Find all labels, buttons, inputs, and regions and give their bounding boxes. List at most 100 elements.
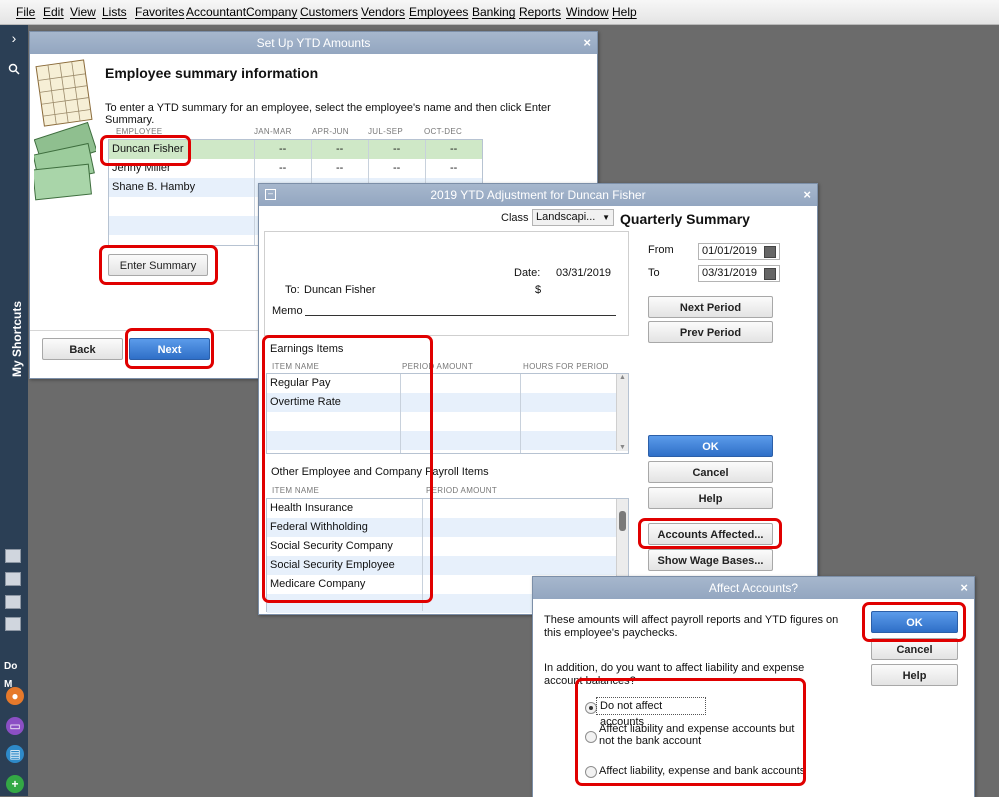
help-button[interactable]: Help xyxy=(648,487,773,509)
show-wage-bases-button[interactable]: Show Wage Bases... xyxy=(648,549,773,571)
date-label: Date: xyxy=(514,267,541,279)
col-apr-jun: APR-JUN xyxy=(312,127,349,136)
cancel-button[interactable]: Cancel xyxy=(648,461,773,483)
highlight-accounts-affected xyxy=(638,518,782,549)
quarter-value: -- xyxy=(279,162,287,174)
menu-company[interactable]: Company xyxy=(246,5,297,19)
close-icon[interactable]: × xyxy=(583,32,591,54)
menu-edit[interactable]: Edit xyxy=(43,5,64,19)
quarter-value: -- xyxy=(336,162,344,174)
employee-name: Shane B. Hamby xyxy=(112,181,196,193)
adjustment-title: 2019 YTD Adjustment for Duncan Fisher xyxy=(430,188,646,202)
affect-info-text: These amounts will affect payroll report… xyxy=(544,614,839,639)
left-icon-bar: › My Shortcuts Do M ● ▭ ▤ + xyxy=(0,25,28,796)
class-select[interactable]: Landscapi... ▼ xyxy=(532,209,614,226)
calendar-money-illustration xyxy=(32,57,98,203)
from-date-value: 01/01/2019 xyxy=(702,245,758,257)
memo-line[interactable] xyxy=(305,315,616,316)
menu-bar: File Edit View Lists Favorites Accountan… xyxy=(0,0,999,25)
page-title: Employee summary information xyxy=(105,65,319,81)
setup-ytd-title: Set Up YTD Amounts xyxy=(256,36,371,50)
next-period-button[interactable]: Next Period xyxy=(648,296,773,318)
highlight-affect-ok xyxy=(862,602,966,642)
quarterly-summary-heading: Quarterly Summary xyxy=(620,211,750,227)
expand-chevron-icon[interactable]: › xyxy=(2,27,26,49)
print-icon[interactable]: ▤ xyxy=(6,745,24,763)
do-more-label: Do M xyxy=(0,658,28,690)
affect-title: Affect Accounts? xyxy=(708,581,799,595)
highlight-employee xyxy=(100,135,191,166)
ok-label: OK xyxy=(702,441,719,453)
show-wage-bases-label: Show Wage Bases... xyxy=(657,555,764,567)
menu-employees[interactable]: Employees xyxy=(409,5,468,19)
calendar-icon[interactable] xyxy=(764,246,776,258)
instruction-text: To enter a YTD summary for an employee, … xyxy=(105,102,551,126)
menu-view[interactable]: View xyxy=(70,5,96,19)
menu-accountant[interactable]: Accountant xyxy=(186,5,246,19)
shortcut-doc-icon[interactable] xyxy=(5,572,21,586)
from-date-field[interactable]: 01/01/2019 xyxy=(698,243,780,260)
quarter-value: -- xyxy=(336,143,344,155)
class-value: Landscapi... xyxy=(536,211,596,223)
chevron-down-icon: ▼ xyxy=(602,213,610,222)
card-icon[interactable]: ▭ xyxy=(6,717,24,735)
shortcut-list-icon[interactable] xyxy=(5,617,21,631)
quarter-value: -- xyxy=(279,143,287,155)
affect-help-button[interactable]: Help xyxy=(871,664,958,686)
back-button[interactable]: Back xyxy=(42,338,123,360)
quarter-value: -- xyxy=(393,162,401,174)
menu-help[interactable]: Help xyxy=(612,5,637,19)
menu-banking[interactable]: Banking xyxy=(472,5,515,19)
scroll-up-icon[interactable]: ▲ xyxy=(617,374,628,381)
date-value: 03/31/2019 xyxy=(556,267,612,279)
shortcut-report-icon[interactable] xyxy=(5,595,21,609)
menu-favorites[interactable]: Favorites xyxy=(135,5,184,19)
quarter-value: -- xyxy=(393,143,401,155)
close-icon[interactable]: × xyxy=(803,184,811,206)
ok-button[interactable]: OK xyxy=(648,435,773,457)
back-label: Back xyxy=(69,344,96,356)
shortcut-chart-icon[interactable] xyxy=(5,549,21,563)
add-icon[interactable]: + xyxy=(6,775,24,793)
menu-window[interactable]: Window xyxy=(566,5,609,19)
setup-ytd-titlebar[interactable]: Set Up YTD Amounts × xyxy=(30,32,597,54)
highlight-affect-options xyxy=(575,678,806,786)
scroll-down-icon[interactable]: ▼ xyxy=(617,444,628,451)
to-label: To: xyxy=(285,284,300,296)
menu-customers[interactable]: Customers xyxy=(300,5,358,19)
prev-period-label: Prev Period xyxy=(679,327,742,339)
menu-reports[interactable]: Reports xyxy=(519,5,561,19)
highlight-items xyxy=(262,335,433,603)
next-period-label: Next Period xyxy=(679,302,742,314)
to-date-label: To xyxy=(648,267,660,279)
earnings-scrollbar[interactable]: ▲ ▼ xyxy=(616,374,628,451)
to-date-value: 03/31/2019 xyxy=(702,267,758,279)
close-icon[interactable]: × xyxy=(960,577,968,599)
affect-titlebar[interactable]: Affect Accounts? × xyxy=(533,577,974,599)
menu-vendors[interactable]: Vendors xyxy=(361,5,405,19)
col-jul-sep: JUL-SEP xyxy=(368,127,403,136)
search-icon[interactable] xyxy=(2,59,26,81)
to-date-field[interactable]: 03/31/2019 xyxy=(698,265,780,282)
highlight-enter-summary xyxy=(99,245,218,285)
my-shortcuts-label[interactable]: My Shortcuts xyxy=(10,287,24,377)
col-oct-dec: OCT-DEC xyxy=(424,127,463,136)
people-icon[interactable]: ● xyxy=(6,687,24,705)
class-label: Class xyxy=(501,212,529,224)
window-menu-icon[interactable]: – xyxy=(265,189,276,200)
earnings-col-hours: HOURS FOR PERIOD xyxy=(523,362,609,371)
check-panel: Date: 03/31/2019 To: Duncan Fisher $ Mem… xyxy=(264,231,629,336)
scroll-thumb[interactable] xyxy=(619,511,626,531)
quarter-value: -- xyxy=(450,162,458,174)
memo-label: Memo xyxy=(272,305,303,317)
to-value: Duncan Fisher xyxy=(304,284,376,296)
prev-period-button[interactable]: Prev Period xyxy=(648,321,773,343)
cancel-label: Cancel xyxy=(692,467,729,479)
col-jan-mar: JAN-MAR xyxy=(254,127,292,136)
menu-lists[interactable]: Lists xyxy=(102,5,127,19)
affect-help-label: Help xyxy=(902,670,927,682)
menu-file[interactable]: File xyxy=(16,5,35,19)
other-col-amount: PERIOD AMOUNT xyxy=(426,486,498,495)
adjustment-titlebar[interactable]: – 2019 YTD Adjustment for Duncan Fisher … xyxy=(259,184,817,206)
calendar-icon[interactable] xyxy=(764,268,776,280)
